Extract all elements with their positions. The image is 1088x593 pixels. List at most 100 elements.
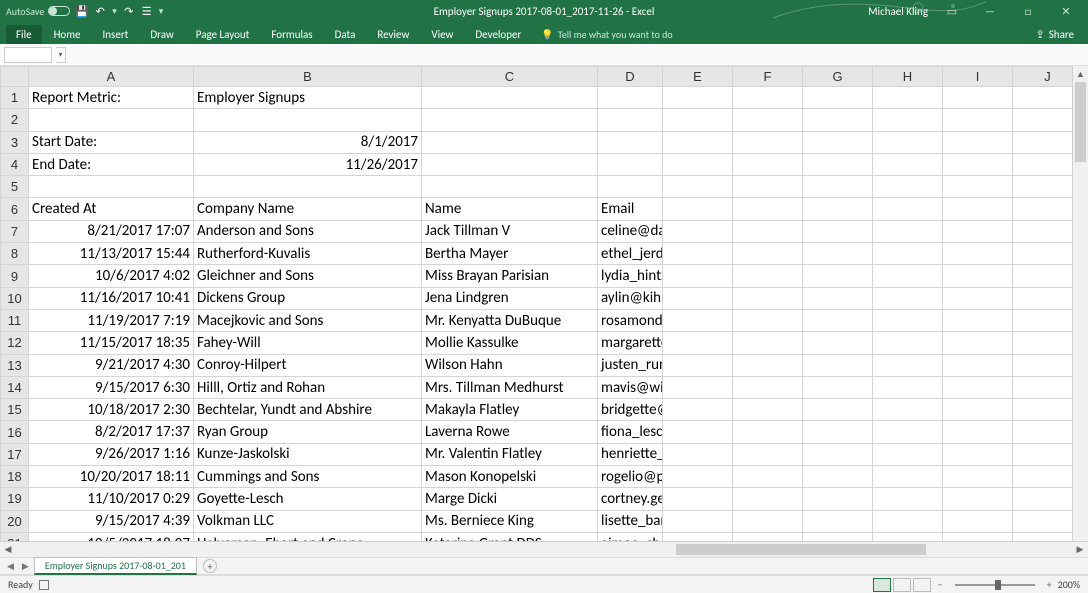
horizontal-scroll-thumb[interactable] (676, 544, 926, 555)
vertical-scrollbar[interactable]: ▲ ▼ (1072, 66, 1088, 557)
row-header[interactable]: 19 (1, 488, 29, 510)
name-box[interactable] (4, 47, 52, 63)
cell-E11[interactable] (663, 309, 733, 331)
cell-F17[interactable] (733, 443, 803, 465)
undo-icon[interactable]: ↶ (94, 5, 106, 17)
cell-C2[interactable] (422, 109, 598, 131)
cell-A6[interactable]: Created At (29, 198, 194, 220)
ribbon-options-icon[interactable]: ▭ (938, 2, 966, 20)
cell-I11[interactable] (943, 309, 1013, 331)
user-name[interactable]: Michael Kling (868, 5, 928, 18)
cell-G10[interactable] (803, 287, 873, 309)
row-header[interactable]: 6 (1, 198, 29, 220)
cell-I8[interactable] (943, 243, 1013, 265)
cell-C11[interactable]: Mr. Kenyatta DuBuque (422, 309, 598, 331)
cell-E3[interactable] (663, 131, 733, 153)
cell-C16[interactable]: Laverna Rowe (422, 421, 598, 443)
cell-A15[interactable]: 10/18/2017 2:30 (29, 399, 194, 421)
cell-B5[interactable] (194, 176, 422, 198)
cell-C6[interactable]: Name (422, 198, 598, 220)
dropdown-icon[interactable]: ▾ (112, 6, 117, 17)
cell-H10[interactable] (873, 287, 943, 309)
row-header[interactable]: 20 (1, 510, 29, 532)
cell-A9[interactable]: 10/6/2017 4:02 (29, 265, 194, 287)
row-header[interactable]: 8 (1, 243, 29, 265)
zoom-out-button[interactable]: − (938, 578, 943, 591)
cell-H11[interactable] (873, 309, 943, 331)
cell-D12[interactable]: margarette.feil@nolan.org (598, 332, 663, 354)
cell-E15[interactable] (663, 399, 733, 421)
cell-I1[interactable] (943, 87, 1013, 109)
cell-B10[interactable]: Dickens Group (194, 287, 422, 309)
cell-A13[interactable]: 9/21/2017 4:30 (29, 354, 194, 376)
cell-H20[interactable] (873, 510, 943, 532)
cell-B7[interactable]: Anderson and Sons (194, 220, 422, 242)
page-layout-view-button[interactable] (893, 578, 911, 592)
cell-A2[interactable] (29, 109, 194, 131)
cell-F1[interactable] (733, 87, 803, 109)
cell-G16[interactable] (803, 421, 873, 443)
cell-D7[interactable]: celine@dare.net (598, 220, 663, 242)
cell-D19[interactable]: cortney.gerhold@cronindavis.biz (598, 488, 663, 510)
cell-F7[interactable] (733, 220, 803, 242)
cell-I13[interactable] (943, 354, 1013, 376)
cell-B17[interactable]: Kunze-Jaskolski (194, 443, 422, 465)
cell-D5[interactable] (598, 176, 663, 198)
new-sheet-button[interactable]: + (203, 559, 217, 573)
column-header-B[interactable]: B (194, 67, 422, 87)
cell-G1[interactable] (803, 87, 873, 109)
cell-G12[interactable] (803, 332, 873, 354)
cell-A12[interactable]: 11/15/2017 18:35 (29, 332, 194, 354)
cell-I5[interactable] (943, 176, 1013, 198)
cell-H19[interactable] (873, 488, 943, 510)
save-icon[interactable]: 💾 (76, 5, 88, 17)
cell-B9[interactable]: Gleichner and Sons (194, 265, 422, 287)
cell-C18[interactable]: Mason Konopelski (422, 466, 598, 488)
cell-H16[interactable] (873, 421, 943, 443)
cell-F9[interactable] (733, 265, 803, 287)
cell-D8[interactable]: ethel_jerde@daugherty.name (598, 243, 663, 265)
column-header-I[interactable]: I (943, 67, 1013, 87)
zoom-slider[interactable] (955, 584, 1035, 586)
ribbon-tab-file[interactable]: File (6, 25, 42, 44)
cell-I16[interactable] (943, 421, 1013, 443)
cell-E12[interactable] (663, 332, 733, 354)
cell-G9[interactable] (803, 265, 873, 287)
row-header[interactable]: 18 (1, 466, 29, 488)
row-header[interactable]: 3 (1, 131, 29, 153)
cell-F18[interactable] (733, 466, 803, 488)
cell-B13[interactable]: Conroy-Hilpert (194, 354, 422, 376)
cell-F6[interactable] (733, 198, 803, 220)
cell-E16[interactable] (663, 421, 733, 443)
cell-D1[interactable] (598, 87, 663, 109)
cell-B15[interactable]: Bechtelar, Yundt and Abshire (194, 399, 422, 421)
cell-D14[interactable]: mavis@wintheiser.com (598, 376, 663, 398)
cell-C8[interactable]: Bertha Mayer (422, 243, 598, 265)
cell-I10[interactable] (943, 287, 1013, 309)
column-header-C[interactable]: C (422, 67, 598, 87)
vertical-scroll-thumb[interactable] (1075, 82, 1086, 162)
cell-F15[interactable] (733, 399, 803, 421)
cell-D6[interactable]: Email (598, 198, 663, 220)
cell-I9[interactable] (943, 265, 1013, 287)
sheet-tab-active[interactable]: Employer Signups 2017-08-01_201 (34, 557, 197, 575)
cell-C12[interactable]: Mollie Kassulke (422, 332, 598, 354)
cell-B4[interactable]: 11/26/2017 (194, 153, 422, 175)
cell-F5[interactable] (733, 176, 803, 198)
cell-C13[interactable]: Wilson Hahn (422, 354, 598, 376)
cell-A8[interactable]: 11/13/2017 15:44 (29, 243, 194, 265)
tell-me-search[interactable]: 💡Tell me what you want to do (533, 25, 680, 44)
cell-I4[interactable] (943, 153, 1013, 175)
qat-customize-icon[interactable]: ▾ (159, 6, 164, 17)
cell-G11[interactable] (803, 309, 873, 331)
cell-A4[interactable]: End Date: (29, 153, 194, 175)
ribbon-tab-page-layout[interactable]: Page Layout (186, 25, 260, 44)
row-header[interactable]: 4 (1, 153, 29, 175)
cell-H9[interactable] (873, 265, 943, 287)
cell-C4[interactable] (422, 153, 598, 175)
scroll-up-icon[interactable]: ▲ (1073, 66, 1088, 82)
cell-E2[interactable] (663, 109, 733, 131)
cell-D13[interactable]: justen_runte@white.name (598, 354, 663, 376)
cell-D18[interactable]: rogelio@predovic.biz (598, 466, 663, 488)
cell-H18[interactable] (873, 466, 943, 488)
